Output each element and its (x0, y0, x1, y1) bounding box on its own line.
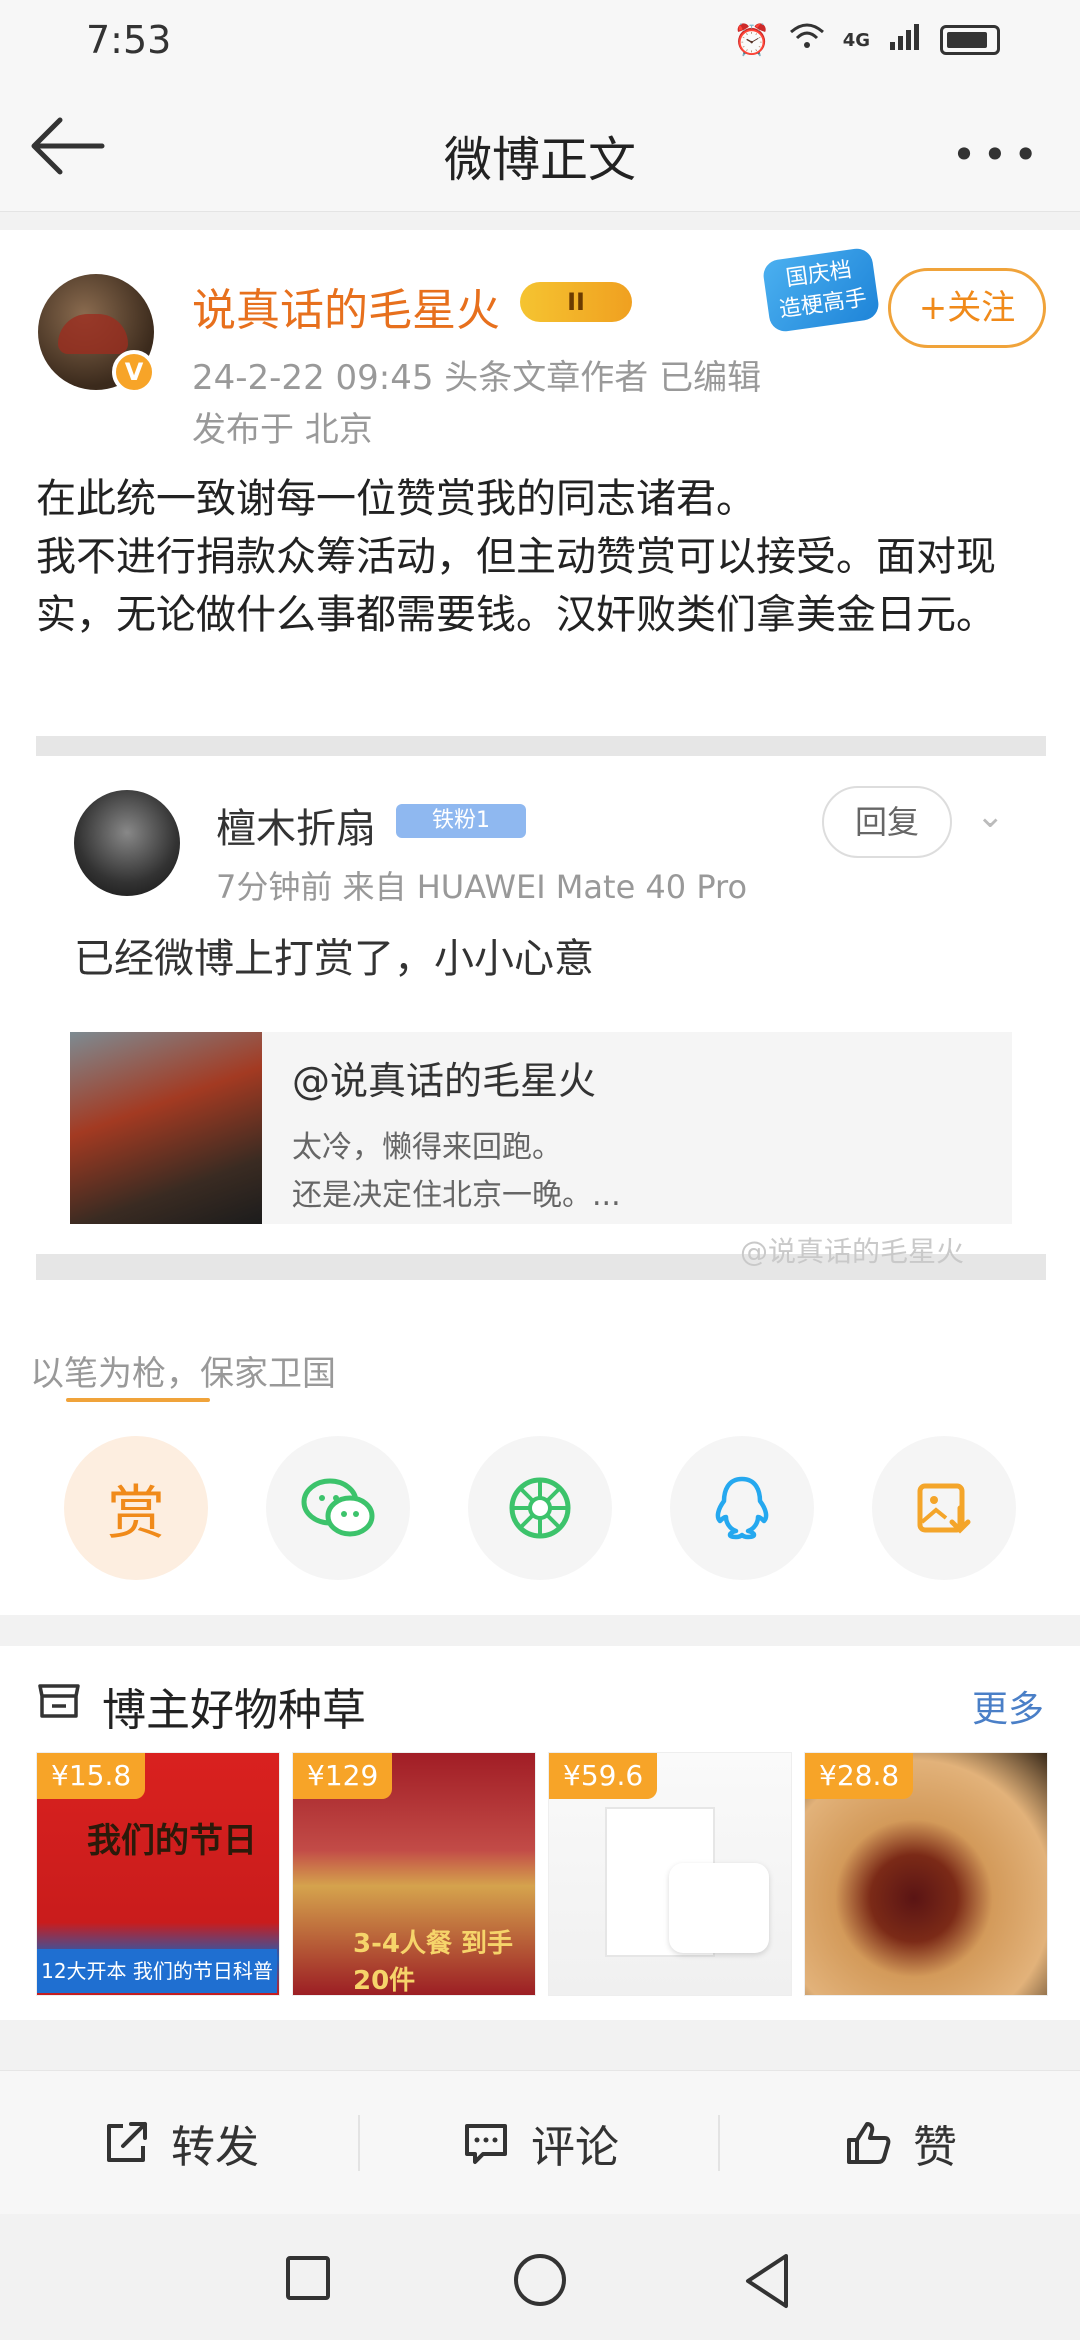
shop-section: 博主好物种草 更多 ¥15.8 我们的节日 12大开本 我们的节日科普绘本 ¥1… (0, 1646, 1080, 2020)
signal-icon (888, 22, 922, 58)
thumbs-up-icon (847, 2122, 891, 2164)
action-bar: 转发 评论 赞 (0, 2070, 1080, 2214)
reward-label: 赏 (106, 1479, 165, 1547)
moments-icon (509, 1477, 571, 1539)
embedded-comment[interactable]: 檀木折扇 铁粉1 回复 ⌄ 7分钟前 来自 HUAWEI Mate 40 Pro… (36, 756, 1046, 1246)
save-image-button[interactable] (872, 1436, 1016, 1580)
recent-apps-icon[interactable] (286, 2256, 330, 2300)
product-card[interactable]: ¥59.6 (548, 1752, 792, 1996)
follow-button[interactable]: +关注 (888, 268, 1046, 348)
qq-icon (715, 1476, 769, 1540)
alarm-icon: ⏰ (733, 22, 771, 58)
network-label: 4G (842, 29, 870, 51)
comment-label: 评论 (531, 2122, 619, 2173)
repost-button[interactable]: 转发 (0, 2071, 360, 2215)
quoted-post-line: 还是决定住北京一晚。... (292, 1178, 621, 1213)
save-image-icon (917, 1483, 971, 1534)
product-price: ¥15.8 (37, 1753, 146, 1799)
watermark: @说真话的毛星火 (740, 1235, 965, 1268)
back-nav-icon[interactable] (742, 2252, 792, 2314)
fan-badge: 铁粉1 (396, 804, 526, 838)
status-time: 7:53 (86, 18, 172, 62)
comment-icon (465, 2124, 507, 2164)
promo-badge: 国庆档 造梗高手 (761, 246, 881, 334)
post-meta: 24-2-22 09:45 头条文章作者 已编辑 (192, 358, 762, 398)
share-wechat-button[interactable] (266, 1436, 410, 1580)
shop-more-link[interactable]: 更多 (972, 1680, 1044, 1732)
chevron-down-icon[interactable]: ⌄ (976, 796, 1005, 836)
comment-meta: 7分钟前 来自 HUAWEI Mate 40 Pro (216, 868, 748, 906)
share-qq-button[interactable] (670, 1436, 814, 1580)
product-badge: 12大开本 我们的节日科普绘本 (37, 1949, 277, 1993)
post-body: 在此统一致谢每一位赞赏我的同志诸君。 我不进行捐款众筹活动，但主动赞赏可以接受。… (36, 476, 996, 638)
quoted-post-author: @说真话的毛星火 (292, 1059, 597, 1103)
post-slogan: 以笔为枪，保家卫国 (30, 1354, 336, 1394)
more-options-icon[interactable]: ••• (952, 130, 1044, 179)
product-price: ¥28.8 (805, 1753, 914, 1799)
share-row: 赏 (0, 1436, 1080, 1586)
shop-icon (36, 1680, 82, 1720)
product-card[interactable]: ¥15.8 我们的节日 12大开本 我们的节日科普绘本 (36, 1752, 280, 1996)
product-image (669, 1863, 769, 1953)
product-label: 我们的节日 (87, 1821, 257, 1861)
level-badge: II (520, 282, 632, 322)
like-button[interactable]: 赞 (720, 2071, 1080, 2215)
post-card: V 说真话的毛星火 II 24-2-22 09:45 头条文章作者 已编辑 发布… (0, 230, 1080, 1615)
home-icon[interactable] (514, 2254, 566, 2306)
comment-text: 已经微博上打赏了，小小心意 (74, 936, 594, 982)
wechat-icon (301, 1478, 375, 1537)
battery-icon (940, 25, 1000, 55)
reward-button[interactable]: 赏 (64, 1436, 208, 1580)
wifi-icon (789, 22, 825, 58)
quoted-post-line: 太冷，懒得来回跑。 (292, 1130, 562, 1165)
reply-button[interactable]: 回复 (822, 786, 952, 858)
product-price: ¥129 (293, 1753, 393, 1799)
share-moments-button[interactable] (468, 1436, 612, 1580)
commenter-avatar[interactable] (74, 790, 180, 896)
product-card[interactable]: ¥28.8 (804, 1752, 1048, 1996)
divider (36, 736, 1046, 756)
verified-badge-icon: V (112, 350, 156, 394)
repost-icon (107, 2122, 147, 2162)
quoted-post-image (70, 1032, 262, 1224)
commenter-name[interactable]: 檀木折扇 (216, 796, 376, 854)
author-name[interactable]: 说真话的毛星火 (192, 274, 500, 338)
status-icons: ⏰ 4G (733, 22, 1000, 58)
page-title: 微博正文 (443, 132, 636, 188)
shop-title: 博主好物种草 (102, 1685, 366, 1736)
quoted-post[interactable]: @说真话的毛星火 太冷，懒得来回跑。 还是决定住北京一晚。... (70, 1032, 1012, 1224)
product-card[interactable]: ¥129 3-4人餐 到手20件 (292, 1752, 536, 1996)
comment-button[interactable]: 评论 (360, 2071, 720, 2215)
header: 微博正文 ••• (0, 84, 1080, 212)
product-label: 3-4人餐 到手20件 (353, 1929, 514, 1996)
system-nav-bar (0, 2214, 1080, 2340)
repost-label: 转发 (171, 2122, 259, 2173)
like-label: 赞 (913, 2122, 957, 2173)
product-price: ¥59.6 (549, 1753, 658, 1799)
slogan-underline (66, 1398, 210, 1402)
post-location: 发布于 北京 (192, 410, 373, 450)
status-bar: 7:53 ⏰ 4G (0, 0, 1080, 84)
